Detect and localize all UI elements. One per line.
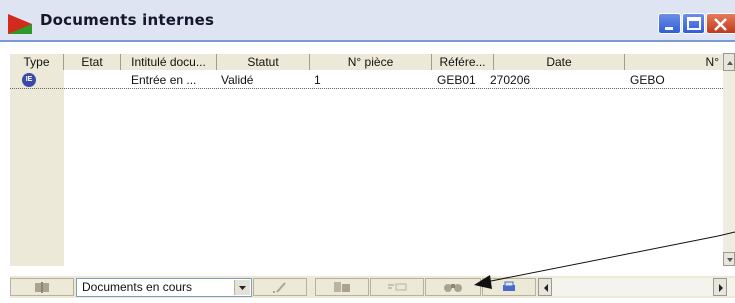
col-header-etat[interactable]: Etat [64,54,121,70]
window-title: Documents internes [40,11,215,29]
title-bar[interactable]: Documents internes [0,0,735,40]
col-header-n-tiers[interactable]: N° [625,54,723,70]
printer-icon [503,281,515,291]
scroll-up-button[interactable] [723,53,735,71]
edit-button[interactable] [253,278,307,296]
scroll-left-button[interactable] [538,278,552,296]
filter-selected-value: Documents en cours [82,280,193,294]
pencil-icon [273,282,286,293]
chevron-down-icon[interactable] [234,280,250,295]
horizontal-scrollbar[interactable] [538,278,735,296]
maximize-button[interactable] [682,13,705,34]
cell-statut: Validé [221,73,254,87]
internal-doc-icon: IE [22,73,36,87]
cell-intitule: Entrée en ... [131,73,197,87]
title-separator [0,40,735,42]
col-header-reference[interactable]: Référe... [432,54,494,70]
transform-button[interactable] [315,278,369,296]
window-app-icon [8,14,32,34]
table-row[interactable]: IE Entrée en ... Validé 1 GEB01 270206 G… [10,72,723,89]
col-header-intitule[interactable]: Intitulé docu... [121,54,217,70]
column-header: Type Etat Intitulé docu... Statut N° piè… [10,53,723,71]
vertical-scrollbar[interactable] [723,53,735,266]
cell-n-piece: 1 [314,73,321,87]
print-button[interactable] [482,278,536,296]
minimize-button[interactable] [658,13,681,34]
documents-transform-icon [334,282,350,292]
col-header-date[interactable]: Date [494,54,625,70]
bottom-toolbar: Documents en cours [10,275,735,298]
close-button[interactable] [706,13,735,34]
open-book-icon [35,282,49,293]
scroll-down-button[interactable] [723,252,735,266]
open-book-button[interactable] [10,278,74,296]
binoculars-icon [444,284,462,292]
col-header-n-piece[interactable]: N° pièce [310,54,432,70]
cell-n-tiers: GEBO [630,73,665,87]
scroll-right-button[interactable] [713,278,727,296]
binoculars-button[interactable] [425,278,481,296]
cell-date: 270206 [490,73,531,87]
col-header-statut[interactable]: Statut [217,54,310,70]
documents-internes-window: Documents internes Type Etat Intitulé do… [0,0,735,303]
list-view-button[interactable] [370,278,424,296]
documents-list[interactable]: IE Entrée en ... Validé 1 GEB01 270206 G… [10,70,723,266]
cell-reference: GEB01 [437,73,476,87]
list-view-icon [388,283,407,291]
col-header-type[interactable]: Type [10,54,64,70]
type-column [10,70,64,266]
document-filter-select[interactable]: Documents en cours [76,278,252,297]
